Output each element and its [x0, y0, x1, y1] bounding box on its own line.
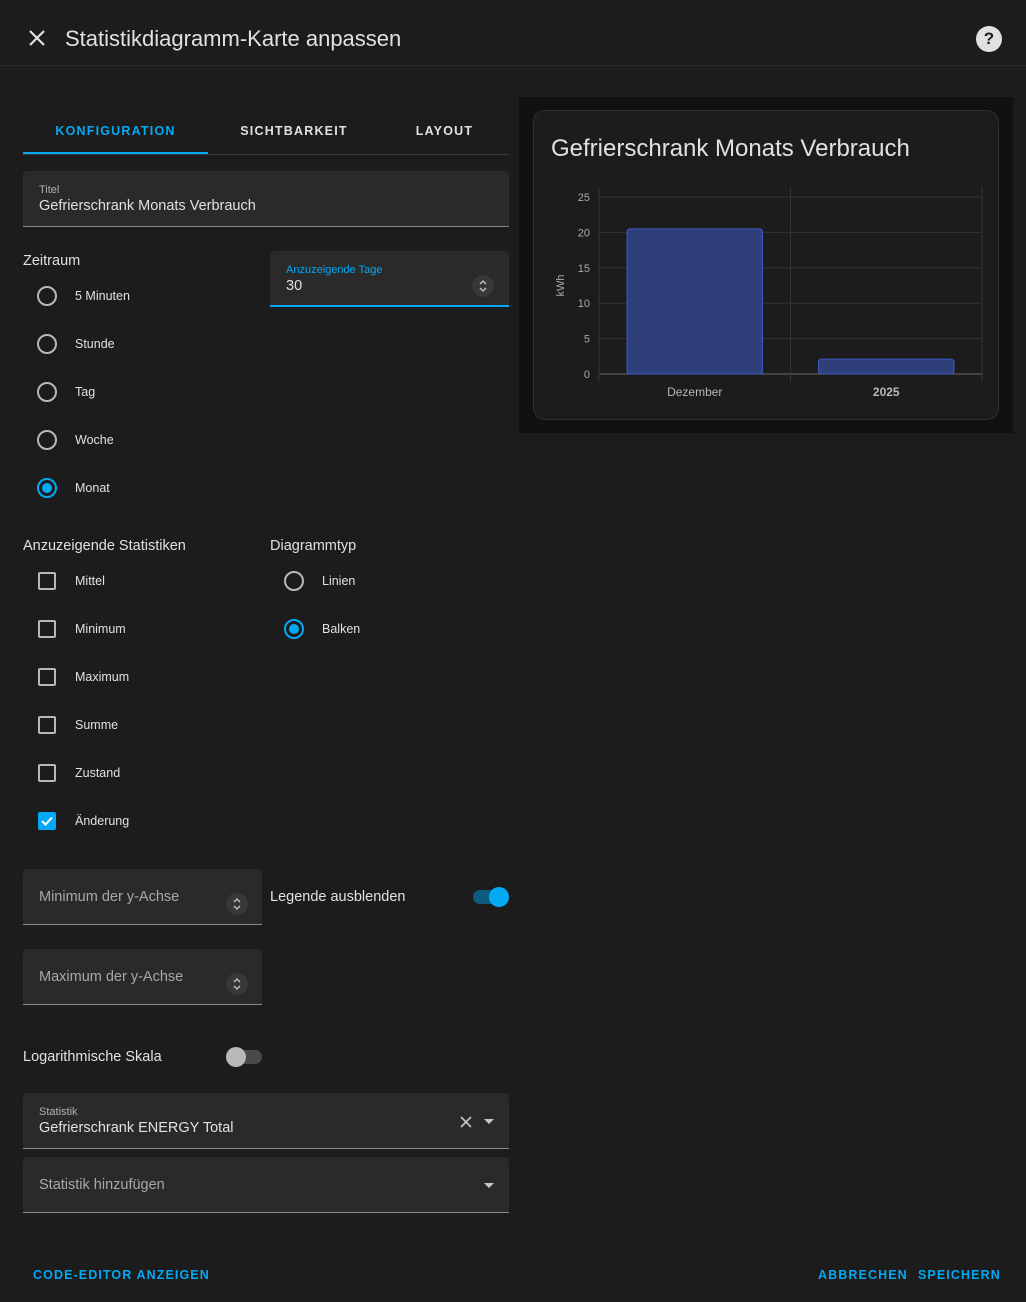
- title-field[interactable]: Titel Gefrierschrank Monats Verbrauch: [23, 171, 509, 227]
- stat-option-aenderung[interactable]: Änderung: [38, 809, 129, 833]
- y-tick-label: 0: [584, 369, 590, 381]
- x-tick-label: Dezember: [667, 385, 722, 399]
- period-option-label: Stunde: [75, 337, 115, 351]
- stat-option-maximum[interactable]: Maximum: [38, 665, 129, 689]
- cancel-button[interactable]: ABBRECHEN: [818, 1268, 908, 1282]
- stat-option-label: Minimum: [75, 622, 126, 636]
- dialog-title: Statistikdiagramm-Karte anpassen: [65, 26, 402, 51]
- stat-option-label: Mittel: [75, 574, 105, 588]
- y-axis-min-field[interactable]: Minimum der y-Achse: [23, 869, 262, 925]
- stat-option-label: Zustand: [75, 766, 121, 780]
- stepper-icon[interactable]: [472, 275, 494, 297]
- hide-legend-label: Legende ausblenden: [270, 889, 406, 905]
- add-statistic-placeholder: Statistik hinzufügen: [39, 1177, 165, 1193]
- close-button[interactable]: [21, 22, 53, 54]
- y-axis-max-field[interactable]: Maximum der y-Achse: [23, 949, 262, 1005]
- chart-type-option-label: Linien: [322, 574, 356, 588]
- stepper-icon[interactable]: [226, 893, 248, 915]
- stat-option-minimum[interactable]: Minimum: [38, 617, 126, 641]
- chart-type-balken[interactable]: Balken: [284, 617, 360, 641]
- y-tick-label: 20: [578, 227, 590, 239]
- stat-option-label: Änderung: [75, 814, 130, 828]
- period-option-5min[interactable]: 5 Minuten: [37, 284, 130, 308]
- bar: [626, 228, 763, 375]
- stat-option-zustand[interactable]: Zustand: [38, 761, 120, 785]
- dropdown-arrow-icon[interactable]: [483, 1182, 495, 1189]
- radio-icon: [284, 619, 304, 639]
- period-option-label: Tag: [75, 385, 96, 399]
- checkbox-icon: [38, 668, 56, 686]
- chart-type-linien[interactable]: Linien: [284, 569, 355, 593]
- statistic-label: Statistik: [39, 1106, 78, 1118]
- tab-sichtbarkeit[interactable]: SICHTBARKEIT: [208, 108, 380, 154]
- tab-bar: KONFIGURATION SICHTBARKEIT LAYOUT: [23, 108, 509, 155]
- help-icon[interactable]: ?: [976, 26, 1002, 52]
- tab-indicator: [23, 152, 208, 154]
- radio-icon: [37, 478, 57, 498]
- log-scale-label: Logarithmische Skala: [23, 1049, 162, 1065]
- close-icon: [29, 30, 45, 46]
- days-field-value: 30: [286, 278, 303, 294]
- dialog-header: Statistikdiagramm-Karte anpassen ?: [0, 0, 1026, 66]
- statistic-value: Gefrierschrank ENERGY Total: [39, 1120, 234, 1136]
- tab-layout[interactable]: LAYOUT: [380, 108, 509, 154]
- add-statistic-picker[interactable]: Statistik hinzufügen: [23, 1157, 509, 1213]
- period-option-woche[interactable]: Woche: [37, 428, 114, 452]
- check-icon: [41, 816, 53, 826]
- hide-legend-toggle[interactable]: [473, 887, 509, 907]
- y-tick-label: 5: [584, 334, 590, 346]
- dropdown-arrow-icon[interactable]: [483, 1118, 495, 1125]
- editor-dialog: Statistikdiagramm-Karte anpassen ? KONFI…: [0, 0, 1026, 1302]
- stat-option-summe[interactable]: Summe: [38, 713, 118, 737]
- period-option-stunde[interactable]: Stunde: [37, 332, 115, 356]
- radio-icon: [37, 286, 57, 306]
- stat-option-label: Maximum: [75, 670, 130, 684]
- checkbox-icon: [38, 764, 56, 782]
- checkbox-icon: [38, 572, 56, 590]
- tab-konfiguration[interactable]: KONFIGURATION: [23, 108, 208, 154]
- days-to-show-field[interactable]: Anzuzeigende Tage 30: [270, 251, 509, 307]
- radio-icon: [37, 430, 57, 450]
- period-option-label: Monat: [75, 481, 110, 495]
- period-label: Zeitraum: [23, 253, 81, 269]
- y-axis-min-placeholder: Minimum der y-Achse: [39, 889, 180, 905]
- period-option-monat[interactable]: Monat: [37, 476, 110, 500]
- bar: [818, 358, 955, 375]
- bar-chart: 0510152025kWhDezember 2025: [555, 187, 983, 399]
- stat-types-label: Anzuzeigende Statistiken: [23, 538, 186, 554]
- y-tick-label: 15: [578, 263, 590, 275]
- period-option-tag[interactable]: Tag: [37, 380, 95, 404]
- statistics-graph-card: Gefrierschrank Monats Verbrauch 0 5 10 15 20…: [533, 110, 999, 420]
- code-editor-button[interactable]: CODE-EDITOR ANZEIGEN: [33, 1268, 210, 1282]
- title-field-label: Titel: [39, 184, 60, 196]
- log-scale-toggle[interactable]: [226, 1047, 262, 1067]
- stepper-icon[interactable]: [226, 973, 248, 995]
- toggle-knob: [489, 887, 509, 907]
- days-field-label: Anzuzeigende Tage: [286, 264, 383, 276]
- clear-icon[interactable]: [460, 1116, 472, 1128]
- save-button[interactable]: SPEICHERN: [918, 1268, 1001, 1282]
- y-tick-label: 25: [578, 192, 590, 204]
- chart-type-option-label: Balken: [322, 622, 361, 636]
- checkbox-icon: [38, 620, 56, 638]
- period-option-label: 5 Minuten: [75, 289, 130, 303]
- radio-icon: [37, 382, 57, 402]
- x-tick-label: 2025: [873, 385, 900, 399]
- period-option-label: Woche: [75, 433, 114, 447]
- toggle-knob: [226, 1047, 246, 1067]
- radio-icon: [37, 334, 57, 354]
- stat-option-mittel[interactable]: Mittel: [38, 569, 105, 593]
- y-axis-label: kWh: [555, 275, 567, 297]
- checkbox-icon: [38, 812, 56, 830]
- stat-option-label: Summe: [75, 718, 119, 732]
- chart-type-label: Diagrammtyp: [270, 538, 357, 554]
- y-axis-max-placeholder: Maximum der y-Achse: [39, 969, 184, 985]
- title-field-value: Gefrierschrank Monats Verbrauch: [39, 198, 256, 214]
- y-tick-label: 10: [578, 298, 590, 310]
- radio-icon: [284, 571, 304, 591]
- checkbox-icon: [38, 716, 56, 734]
- statistic-picker[interactable]: Statistik Gefrierschrank ENERGY Total: [23, 1093, 509, 1149]
